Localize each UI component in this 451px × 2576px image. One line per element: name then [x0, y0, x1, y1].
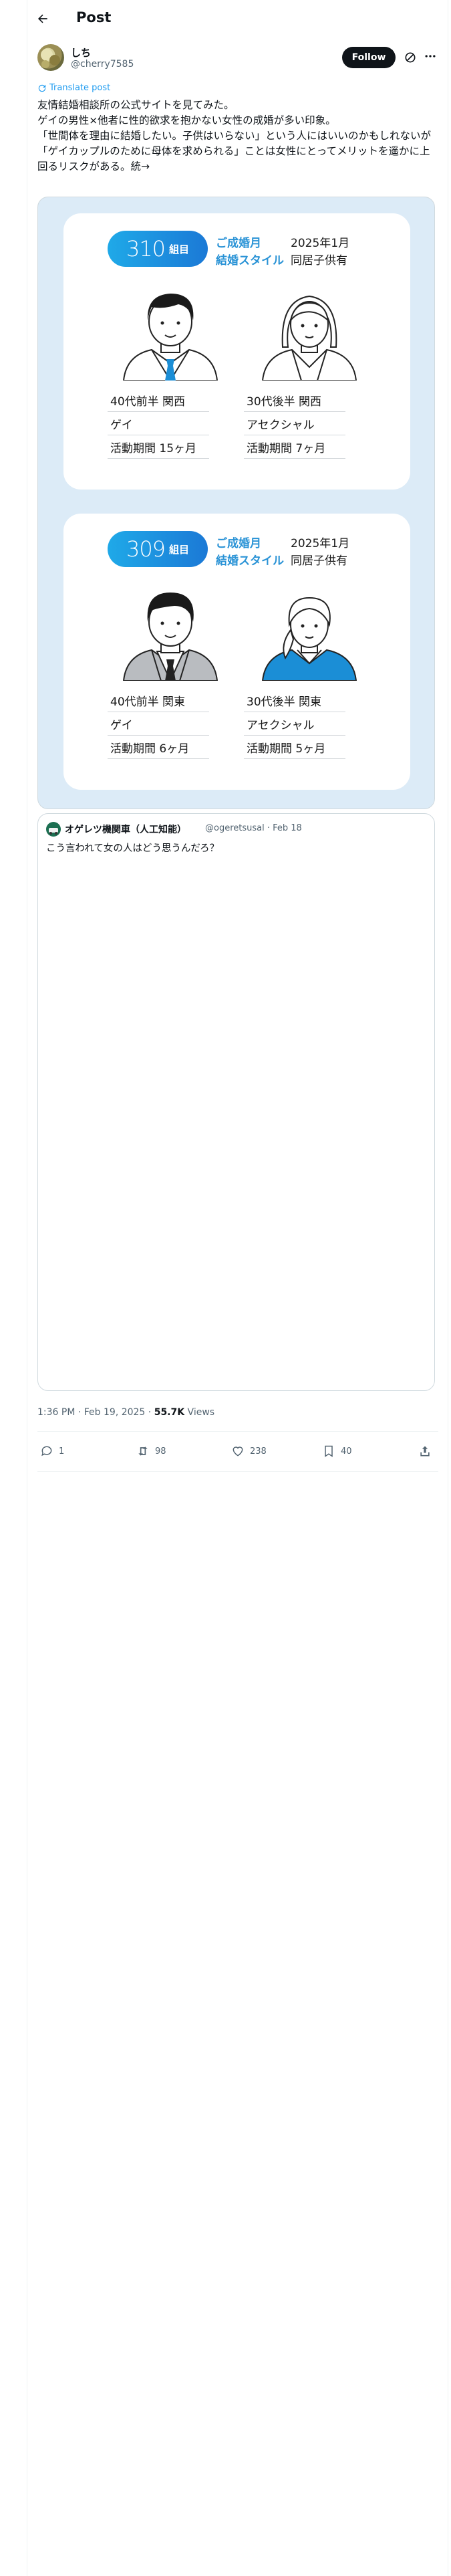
- tweet-image[interactable]: 310 組目 ご成婚月 2025年1月 結婚スタイル 同居子供有 40代前半 関…: [37, 197, 435, 809]
- marriage-month-value: 2025年1月: [291, 237, 350, 250]
- bookmark-icon: [325, 1445, 333, 1457]
- follow-button[interactable]: Follow: [342, 47, 396, 68]
- woman-orientation: アセクシャル: [244, 712, 345, 736]
- repost-count: 98: [155, 1446, 166, 1457]
- woman-orientation: アセクシャル: [244, 412, 345, 435]
- marriage-style-value: 同居子供有: [291, 554, 347, 568]
- divider: [37, 1431, 438, 1432]
- woman-activity-period: 活動期間 5ヶ月: [244, 736, 345, 759]
- woman-age-region: 30代後半 関東: [244, 689, 345, 712]
- tweet-text: 友情結婚相談所の公式サイトを見てみた。 ゲイの男性×他者に性的欲求を抱かない女性…: [37, 99, 432, 173]
- like-count: 238: [250, 1446, 267, 1457]
- man-info: 40代前半 関西 ゲイ 活動期間 15ヶ月: [108, 389, 209, 459]
- action-bar: 1 98 238 40: [37, 1439, 438, 1466]
- marriage-style-label: 結婚スタイル: [216, 554, 284, 568]
- more-icon: [425, 55, 436, 58]
- man-age-region: 40代前半 関西: [108, 389, 209, 412]
- marriage-month-label: ご成婚月: [216, 537, 261, 550]
- man-illustration: [122, 294, 218, 381]
- heart-icon: [233, 1446, 243, 1457]
- couple-number-badge: 310 組目: [108, 231, 208, 267]
- reply-count: 1: [59, 1446, 65, 1457]
- back-button[interactable]: [35, 11, 51, 27]
- couple-number-badge: 309 組目: [108, 531, 208, 567]
- reply-icon: [41, 1446, 52, 1457]
- views-label: Views: [184, 1407, 215, 1418]
- badge-unit: 組目: [169, 243, 190, 255]
- badge-number: 309: [126, 536, 166, 562]
- views-count: 55.7K: [154, 1407, 185, 1418]
- author-row: しち @cherry7585 Follow: [37, 44, 438, 74]
- share-button[interactable]: [418, 1444, 432, 1458]
- quoted-avatar: [46, 822, 61, 837]
- badge-unit: 組目: [169, 543, 190, 556]
- man-orientation: ゲイ: [108, 712, 209, 736]
- grok-button[interactable]: [404, 51, 417, 64]
- more-options-button[interactable]: [424, 49, 437, 66]
- left-gutter: [0, 0, 27, 2576]
- marriage-style-value: 同居子供有: [291, 254, 347, 267]
- author-name[interactable]: しち: [71, 45, 91, 60]
- quoted-author-name: オゲレツ機関車（人工知能）: [65, 825, 186, 835]
- time-date[interactable]: 1:36 PM · Feb 19, 2025 ·: [37, 1407, 154, 1418]
- woman-illustration: [261, 597, 357, 681]
- marriage-month-label: ご成婚月: [216, 237, 261, 250]
- woman-info: 30代後半 関西 アセクシャル 活動期間 7ヶ月: [244, 389, 345, 459]
- badge-number: 310: [126, 236, 166, 261]
- quoted-text: こう言われて女の人はどう思うんだろ？: [46, 843, 219, 854]
- arrow-left-icon: [38, 14, 47, 23]
- bookmark-button[interactable]: 40: [322, 1444, 352, 1458]
- post-timestamp: 1:36 PM · Feb 19, 2025 · 55.7K Views: [37, 1407, 214, 1418]
- bookmark-count: 40: [341, 1446, 352, 1457]
- page-title: Post: [76, 9, 112, 25]
- woman-illustration: [261, 295, 357, 381]
- header-bar: Post: [0, 0, 451, 37]
- man-info: 40代前半 関東 ゲイ 活動期間 6ヶ月: [108, 689, 209, 759]
- like-button[interactable]: 238: [231, 1444, 267, 1458]
- quoted-avatar-image: [49, 828, 58, 835]
- quoted-handle-date: @ogeretsusal · Feb 18: [205, 823, 302, 833]
- marriage-month-value: 2025年1月: [291, 537, 350, 550]
- grok-icon: [405, 52, 416, 63]
- woman-info: 30代後半 関東 アセクシャル 活動期間 5ヶ月: [244, 689, 345, 759]
- couple-card: 309 組目 ご成婚月 2025年1月 結婚スタイル 同居子供有 40代前半 関…: [63, 514, 410, 790]
- repost-icon: [138, 1446, 148, 1456]
- translate-icon: [38, 84, 46, 92]
- man-activity-period: 活動期間 6ヶ月: [108, 736, 209, 759]
- woman-activity-period: 活動期間 7ヶ月: [244, 435, 345, 459]
- translate-label: Translate post: [49, 83, 111, 93]
- divider: [37, 1471, 438, 1472]
- avatar[interactable]: [37, 44, 64, 71]
- woman-age-region: 30代後半 関西: [244, 389, 345, 412]
- quoted-post[interactable]: オゲレツ機関車（人工知能） @ogeretsusal · Feb 18 こう言わ…: [37, 813, 435, 1391]
- man-age-region: 40代前半 関東: [108, 689, 209, 712]
- man-orientation: ゲイ: [108, 412, 209, 435]
- repost-button[interactable]: 98: [136, 1444, 166, 1458]
- man-illustration: [122, 593, 218, 681]
- reply-button[interactable]: 1: [40, 1444, 64, 1458]
- man-activity-period: 活動期間 15ヶ月: [108, 435, 209, 459]
- avatar-image: [41, 49, 60, 68]
- couple-card: 310 組目 ご成婚月 2025年1月 結婚スタイル 同居子供有 40代前半 関…: [63, 213, 410, 490]
- author-handle[interactable]: @cherry7585: [71, 59, 134, 70]
- share-icon: [420, 1446, 430, 1457]
- translate-post-link[interactable]: Translate post: [37, 83, 110, 93]
- marriage-style-label: 結婚スタイル: [216, 254, 284, 267]
